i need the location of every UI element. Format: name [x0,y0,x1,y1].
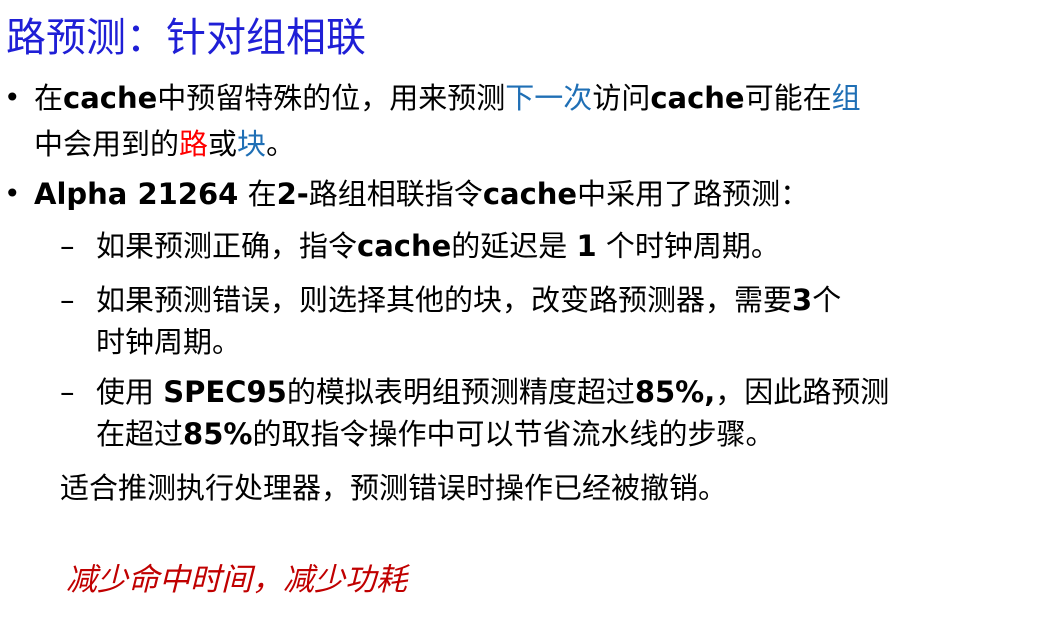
text-fragment: 如果预测正确，指令 [96,229,358,263]
sub1-line: 如果预测正确，指令cache的延迟是 1 个时钟周期。 [96,226,780,266]
text-fragment: cache [650,81,745,115]
text-fragment: 个 [812,283,842,317]
text-fragment: 路组相联指令 [308,177,483,211]
text-fragment: 的模拟表明组预测精度超过 [286,375,635,409]
text-fragment: 如果预测错误，则选择其他的块，改变路预测器，需要 [96,283,793,317]
bullet-dot-icon: • [4,177,21,210]
text-fragment: cache [482,177,578,211]
text-fragment: Alpha 21264 [34,177,239,211]
text-fragment: 可能在 [744,81,832,115]
text-fragment: SPEC95 [163,375,287,409]
sub3-line2: 在超过85%的取指令操作中可以节省流水线的步骤。 [96,414,774,454]
slide-title: 路预测：针对组相联 [6,15,366,61]
highlight-way: 路 [179,127,209,161]
text-fragment: 中会用到的 [34,127,180,161]
bullet2-line: Alpha 21264 在2-路组相联指令cache中采用了路预测： [34,174,809,214]
text-fragment: 85%, [634,375,716,409]
bullet1-line1: 在cache中预留特殊的位，用来预测下一次访问cache可能在组 [34,78,861,118]
text-fragment: 2- [276,177,309,211]
highlight-next-access: 下一次 [505,81,593,115]
highlight-block: 块 [237,127,267,161]
text-fragment: cache [357,229,452,263]
text-fragment: 的延迟是 [451,229,577,263]
dash-bullet-icon: – [60,229,75,263]
text-fragment: 中预留特殊的位，用来预测 [157,81,506,115]
bullet1-line2: 中会用到的路或块。 [34,124,295,164]
dash-bullet-icon: – [60,375,75,409]
text-fragment: 。 [266,127,296,161]
text-fragment: 3 [792,283,813,317]
text-fragment: ，因此路预测 [715,375,890,409]
text-fragment: 在 [238,177,277,211]
text-fragment: 在 [34,81,64,115]
highlight-group: 组 [831,81,861,115]
text-fragment: 的取指令操作中可以节省流水线的步骤。 [252,417,775,451]
dash-bullet-icon: – [60,283,75,317]
text-fragment: 个时钟周期。 [596,229,780,263]
sub2-line1: 如果预测错误，则选择其他的块，改变路预测器，需要3个 [96,280,841,320]
text-fragment: 使用 [96,375,164,409]
sub2-line2: 时钟周期。 [96,325,242,359]
text-fragment: 85% [183,417,253,451]
sub3-line1: 使用 SPEC95的模拟表明组预测精度超过85%,，因此路预测 [96,372,889,412]
footer-note: 减少命中时间，减少功耗 [66,562,407,598]
text-fragment: cache [63,81,158,115]
text-fragment: 访问 [592,81,651,115]
text-fragment: 在超过 [96,417,184,451]
note-line: 适合推测执行处理器，预测错误时操作已经被撤销。 [60,471,728,505]
text-fragment: 或 [208,127,238,161]
bullet-dot-icon: • [4,81,21,114]
text-fragment: 中采用了路预测： [577,177,810,211]
text-fragment: 1 [576,229,597,263]
